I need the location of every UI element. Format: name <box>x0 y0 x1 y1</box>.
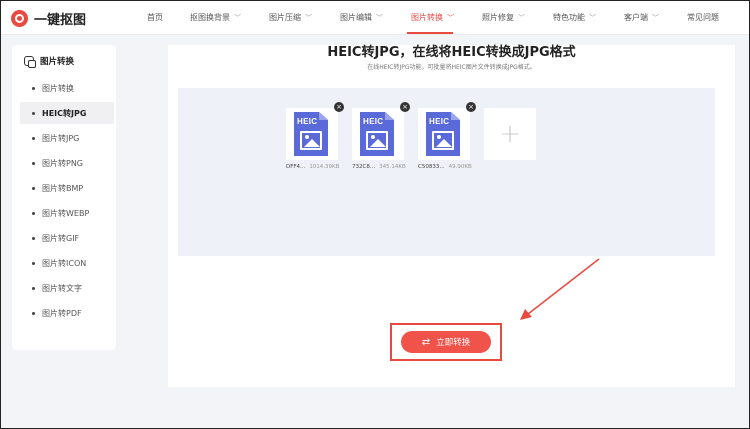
arrow-head <box>520 309 532 320</box>
annotation-arrow <box>520 258 600 320</box>
arrow-line <box>527 258 600 315</box>
